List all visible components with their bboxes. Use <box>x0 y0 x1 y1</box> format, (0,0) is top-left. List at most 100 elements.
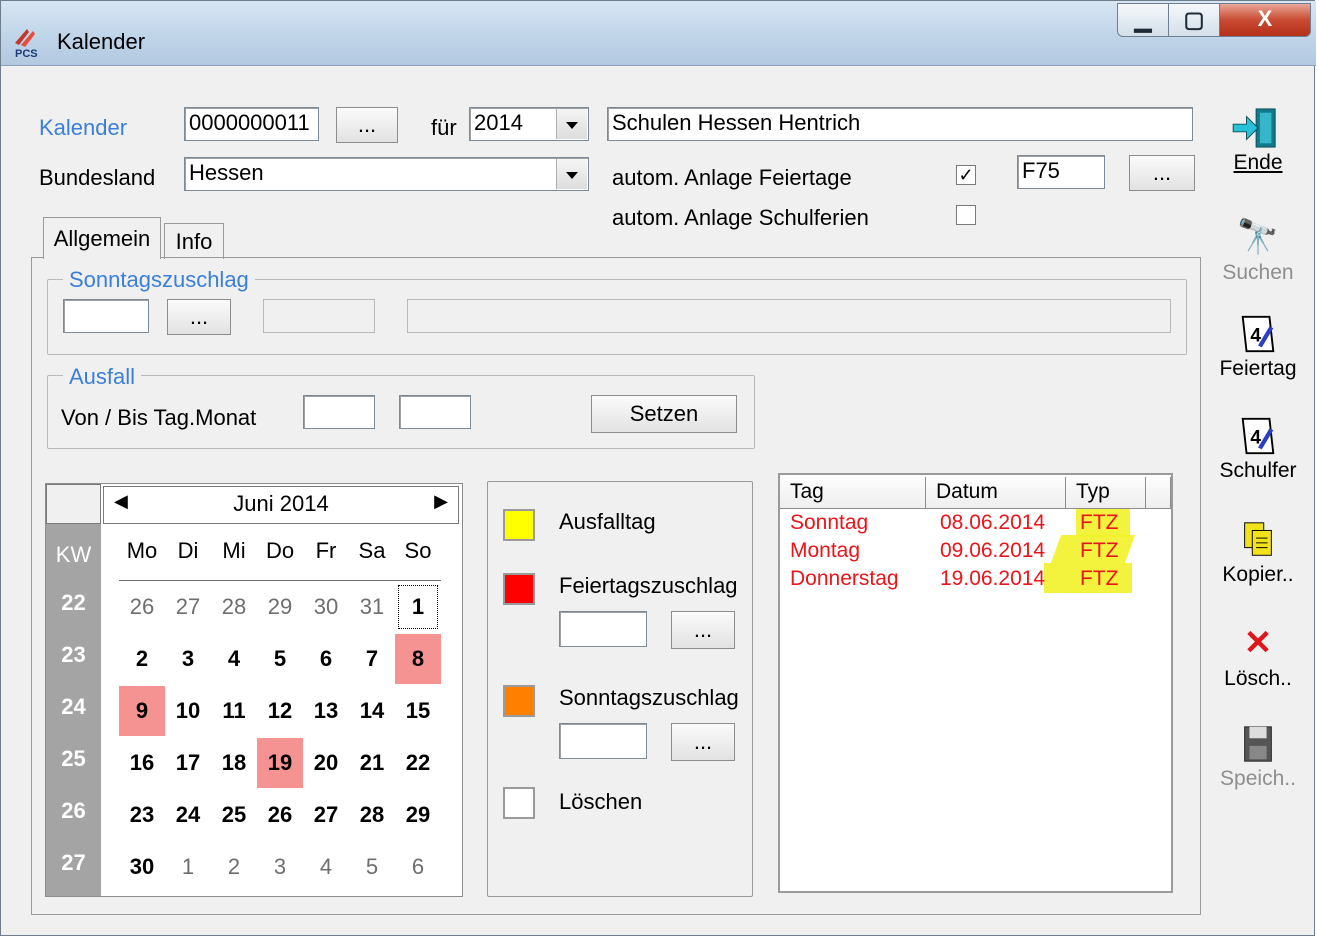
title-bar[interactable]: PCS Kalender ▁ ▢ X <box>1 1 1316 66</box>
calendar-day[interactable]: 2 <box>211 842 257 892</box>
ende-button[interactable]: Ende <box>1213 107 1303 175</box>
kopieren-button[interactable]: Kopier.. <box>1213 519 1303 587</box>
feiertage-browse-button[interactable]: ... <box>1129 155 1195 191</box>
loeschen-swatch[interactable] <box>503 787 535 819</box>
weekday-label: Mi <box>222 538 246 563</box>
calendar-day[interactable]: 15 <box>395 686 441 736</box>
calendar-day-holiday[interactable]: 9 <box>119 686 165 736</box>
calendar-day[interactable]: 17 <box>165 738 211 788</box>
calendar-day[interactable]: 30 <box>119 842 165 892</box>
calendar-day[interactable]: 13 <box>303 686 349 736</box>
sonntagszuschlag-legend-browse-button[interactable]: ... <box>671 723 735 761</box>
sonntagszuschlag-browse-button[interactable]: ... <box>167 299 231 335</box>
kw-number: 22 <box>61 590 86 615</box>
calendar-day[interactable]: 16 <box>119 738 165 788</box>
calendar-day[interactable]: 28 <box>211 582 257 632</box>
calendar-day[interactable]: 26 <box>119 582 165 632</box>
calendar-day[interactable]: 1 <box>165 842 211 892</box>
column-header-tag[interactable]: Tag <box>780 477 926 509</box>
chevron-down-icon[interactable] <box>556 159 587 189</box>
bundesland-combo[interactable]: Hessen <box>184 157 589 191</box>
setzen-button[interactable]: Setzen <box>591 395 737 433</box>
column-header-typ[interactable]: Typ <box>1066 477 1146 509</box>
calendar-day[interactable]: 31 <box>349 582 395 632</box>
calendar-day[interactable]: 4 <box>211 634 257 684</box>
calendar-day[interactable]: 18 <box>211 738 257 788</box>
calendar-day[interactable]: 25 <box>211 790 257 840</box>
sonntagszuschlag-swatch[interactable] <box>503 685 535 717</box>
feiertagszuschlag-browse-button[interactable]: ... <box>671 611 735 649</box>
calendar-day[interactable]: 22 <box>395 738 441 788</box>
kalender-name-field[interactable]: Schulen Hessen Hentrich <box>607 107 1193 141</box>
feiertagszuschlag-field[interactable] <box>559 611 647 647</box>
next-month-icon[interactable]: ▶ <box>434 491 448 512</box>
calendar-day[interactable]: 5 <box>257 634 303 684</box>
save-disk-icon <box>1244 726 1272 762</box>
calendar-day[interactable]: 3 <box>257 842 303 892</box>
sonntagszuschlag-legend-field[interactable] <box>559 723 647 759</box>
close-button[interactable]: X <box>1219 3 1311 37</box>
month-calendar[interactable]: KW ◀ Juni 2014 ▶ Mo Di Mi Do Fr Sa So 22… <box>45 483 463 897</box>
minimize-button[interactable]: ▁ <box>1117 3 1169 37</box>
schulferien-checkbox[interactable] <box>956 205 976 225</box>
loeschen-action-label: Lösch.. <box>1224 667 1292 690</box>
calendar-day[interactable]: 6 <box>395 842 441 892</box>
column-header-filler <box>1146 477 1171 509</box>
column-header-datum[interactable]: Datum <box>926 477 1066 509</box>
kalender-number-field[interactable]: 0000000011 <box>184 107 319 141</box>
calendar-day-selected[interactable]: 1 <box>395 582 441 632</box>
feiertag-button[interactable]: 4 Feiertag <box>1213 313 1303 381</box>
calendar-day[interactable]: 3 <box>165 634 211 684</box>
month-label[interactable]: Juni 2014 <box>104 491 458 517</box>
ausfalltag-swatch[interactable] <box>503 509 535 541</box>
calendar-day[interactable]: 27 <box>165 582 211 632</box>
row-tag: Donnerstag <box>790 567 899 590</box>
calendar-day[interactable]: 14 <box>349 686 395 736</box>
kalender-browse-button[interactable]: ... <box>336 107 398 143</box>
kalender-label[interactable]: Kalender <box>39 115 127 141</box>
calendar-day[interactable]: 29 <box>395 790 441 840</box>
calendar-day[interactable]: 20 <box>303 738 349 788</box>
calendar-day-holiday[interactable]: 19 <box>257 738 303 788</box>
kw-label: KW <box>55 542 92 567</box>
ausfall-von-field[interactable] <box>303 395 375 429</box>
calendar-day[interactable]: 27 <box>303 790 349 840</box>
maximize-button[interactable]: ▢ <box>1168 3 1220 37</box>
calendar-day[interactable]: 12 <box>257 686 303 736</box>
calendar-day[interactable]: 11 <box>211 686 257 736</box>
calendar-day[interactable]: 4 <box>303 842 349 892</box>
calendar-day[interactable]: 30 <box>303 582 349 632</box>
tab-info[interactable]: Info <box>164 223 224 259</box>
chevron-down-icon[interactable] <box>556 109 587 139</box>
calendar-day[interactable]: 10 <box>165 686 211 736</box>
calendar-day[interactable]: 29 <box>257 582 303 632</box>
app-logo-icon: PCS <box>15 29 38 59</box>
calendar-day-holiday[interactable]: 8 <box>395 634 441 684</box>
feiertage-label: autom. Anlage Feiertage <box>612 165 852 190</box>
row-datum: 19.06.2014 <box>940 567 1046 590</box>
calendar-day[interactable]: 26 <box>257 790 303 840</box>
feiertage-list[interactable]: Tag Datum Typ Sonntag 08.06.2014 FTZ Mon… <box>778 473 1173 893</box>
schulferien-button[interactable]: 4 Schulfer <box>1213 415 1303 483</box>
calendar-day[interactable]: 7 <box>349 634 395 684</box>
feiertage-checkbox[interactable]: ✓ <box>956 165 976 185</box>
calendar-day[interactable]: 28 <box>349 790 395 840</box>
calendar-day[interactable]: 5 <box>349 842 395 892</box>
feiertagszuschlag-swatch[interactable] <box>503 573 535 605</box>
tab-allgemein[interactable]: Allgemein <box>43 217 161 259</box>
calendar-day[interactable]: 21 <box>349 738 395 788</box>
ausfall-range-label: Von / Bis Tag.Monat <box>61 405 257 430</box>
suchen-button[interactable]: 🔭 Suchen <box>1213 217 1303 285</box>
speichern-button[interactable]: Speich.. <box>1213 723 1303 791</box>
feiertage-code-field[interactable]: F75 <box>1017 155 1105 189</box>
exit-door-icon <box>1232 108 1276 148</box>
calendar-day[interactable]: 23 <box>119 790 165 840</box>
calendar-day[interactable]: 2 <box>119 634 165 684</box>
sonntagszuschlag-code-field[interactable] <box>63 299 149 333</box>
calendar-day[interactable]: 6 <box>303 634 349 684</box>
kopieren-label: Kopier.. <box>1222 563 1294 586</box>
ausfall-bis-field[interactable] <box>399 395 471 429</box>
calendar-day[interactable]: 24 <box>165 790 211 840</box>
year-combo[interactable]: 2014 <box>469 107 589 141</box>
loeschen-button[interactable]: ✕ Lösch.. <box>1213 623 1303 691</box>
